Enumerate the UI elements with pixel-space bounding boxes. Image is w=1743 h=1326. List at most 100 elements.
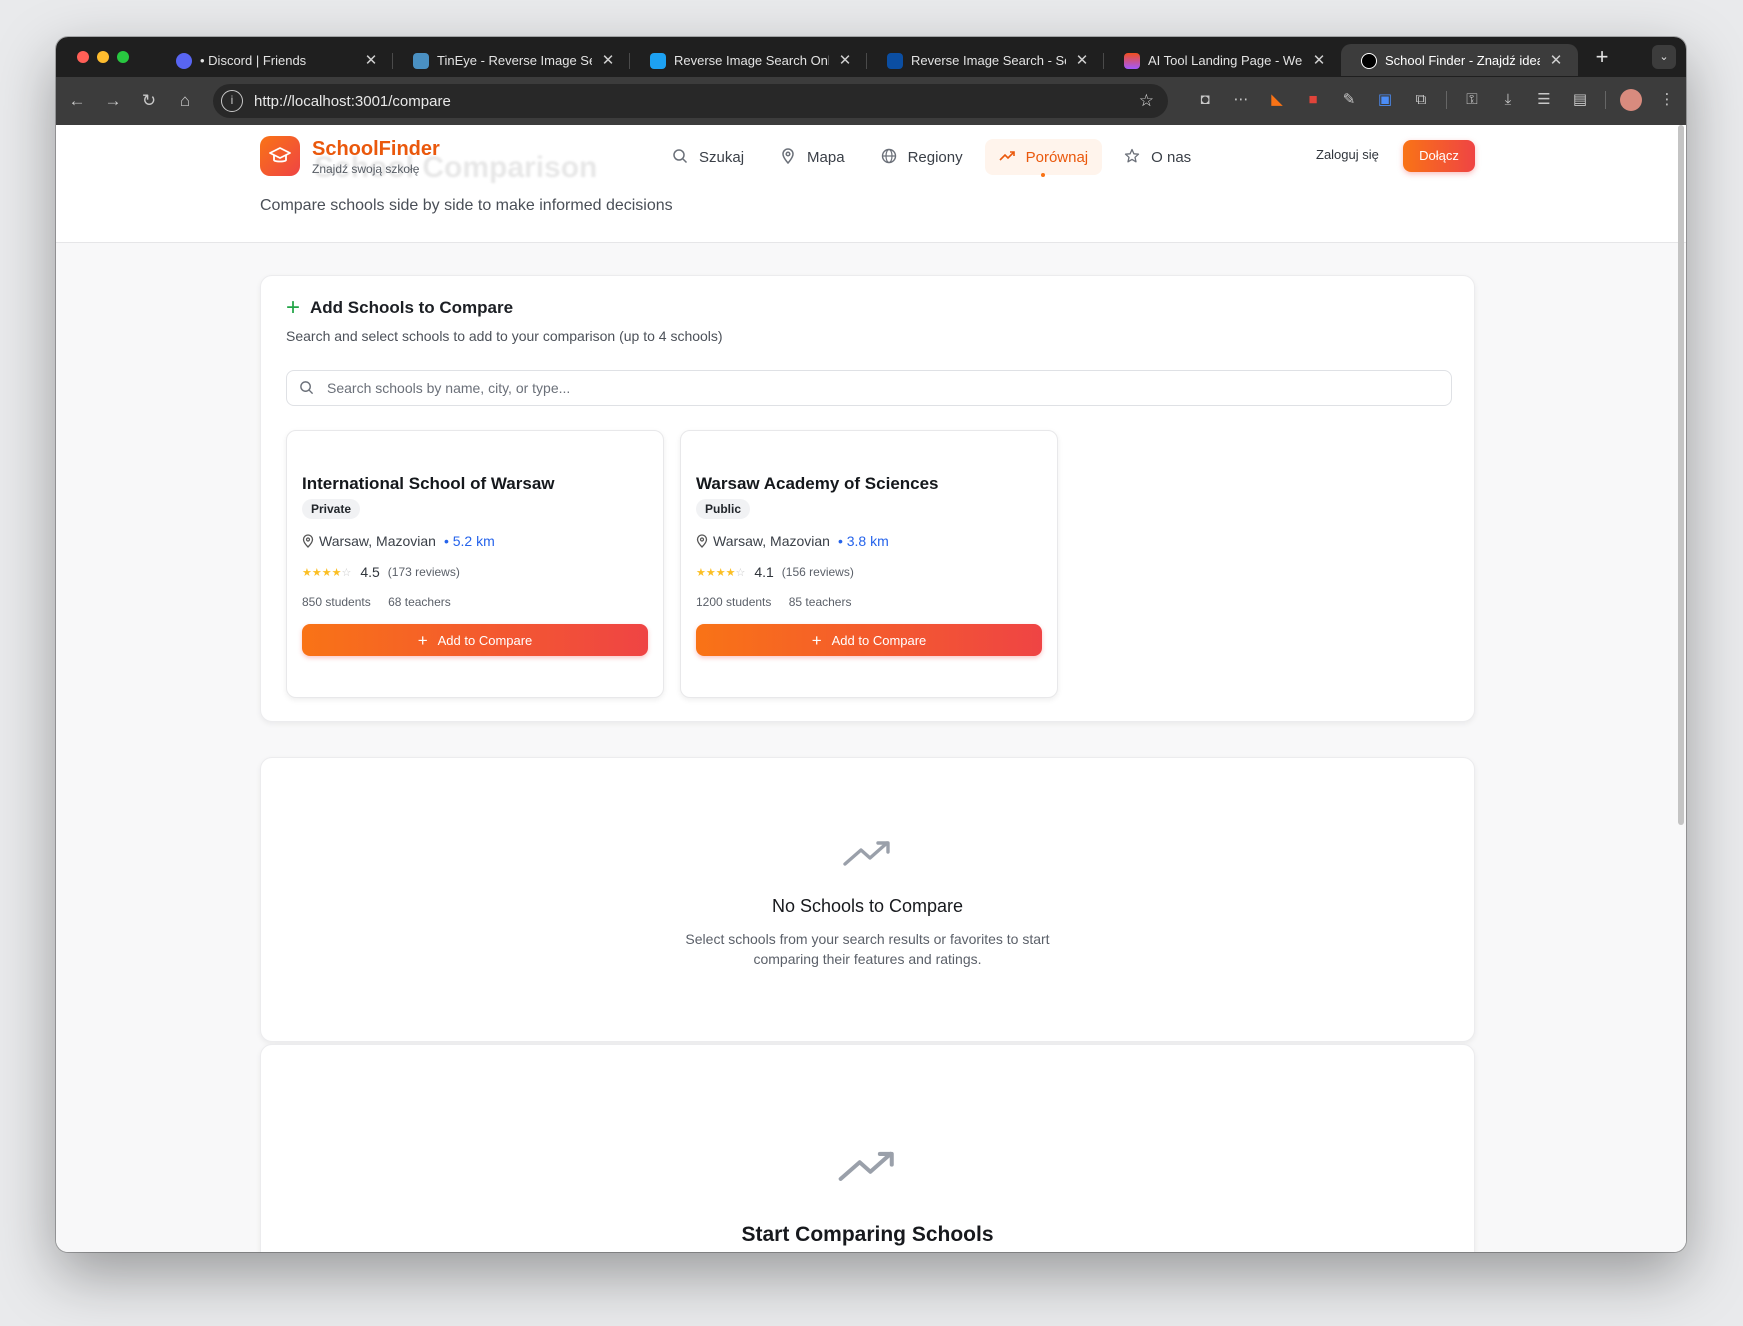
browser-tab[interactable]: • Discord | Friends ✕ — [156, 44, 393, 76]
extensions-puzzle-icon[interactable]: ⧉ — [1410, 89, 1432, 111]
browser-tab[interactable]: AI Tool Landing Page - Website ✕ — [1104, 44, 1341, 76]
nav-link-o-nas[interactable]: O nas — [1110, 139, 1205, 175]
reading-list-icon[interactable]: ☰ — [1533, 89, 1555, 111]
add-to-compare-button[interactable]: + Add to Compare — [302, 624, 648, 656]
bing-icon — [887, 53, 903, 69]
close-tab-icon[interactable]: ✕ — [835, 51, 855, 69]
start-comparing-card: Start Comparing Schools — [260, 1044, 1475, 1252]
search-icon — [299, 380, 315, 396]
distance-text: • 5.2 km — [443, 533, 495, 549]
school-name[interactable]: International School of Warsaw — [302, 474, 555, 494]
browser-tab[interactable]: Reverse Image Search - Search ✕ — [867, 44, 1104, 76]
extension-red-icon[interactable]: ■ — [1302, 89, 1324, 111]
tab-search-button[interactable]: ⌄ — [1652, 45, 1676, 69]
close-tab-icon[interactable]: ✕ — [361, 51, 381, 69]
site-info-icon[interactable]: i — [221, 90, 243, 112]
save-disk-icon[interactable]: ▣ — [1374, 89, 1396, 111]
nav-link-label: Regiony — [907, 148, 963, 166]
review-count: (156 reviews) — [781, 565, 854, 579]
back-button[interactable]: ← — [59, 91, 95, 111]
start-state-title: Start Comparing Schools — [741, 1223, 994, 1246]
join-button[interactable]: Dołącz — [1403, 140, 1475, 172]
main-nav: Szukaj Mapa Regiony Porównaj O nas — [658, 139, 1213, 177]
site-navbar: SchoolFinder Znajdź swoją szkołę Szukaj … — [56, 125, 1686, 191]
close-tab-icon[interactable]: ✕ — [598, 51, 618, 69]
globe-icon — [881, 148, 899, 166]
student-count: 850 students — [302, 595, 371, 609]
browser-tab-active[interactable]: School Finder - Znajdź idealną ✕ — [1341, 44, 1578, 76]
login-link[interactable]: Zaloguj się — [1316, 147, 1379, 162]
profile-avatar[interactable] — [1620, 89, 1642, 111]
address-bar[interactable]: i http://localhost:3001/compare ☆ — [213, 84, 1168, 118]
nav-link-regiony[interactable]: Regiony — [867, 139, 977, 175]
trending-up-icon — [999, 148, 1017, 166]
rating-stars-icon: ★★★★☆ — [696, 566, 746, 579]
nav-link-porownaj[interactable]: Porównaj — [984, 139, 1103, 177]
school-type-badge: Private — [302, 499, 361, 519]
tab-label: Reverse Image Search Online — [674, 52, 829, 68]
review-count: (173 reviews) — [387, 565, 460, 579]
close-tab-icon[interactable]: ✕ — [1546, 51, 1566, 69]
add-to-compare-button[interactable]: + Add to Compare — [696, 624, 1042, 656]
page-header: School Comparison Compare schools side b… — [56, 125, 1686, 243]
extension-flag-icon[interactable]: ◣ — [1266, 89, 1288, 111]
school-location: Warsaw, Mazovian • 3.8 km — [696, 533, 889, 549]
new-tab-button[interactable]: + — [1582, 44, 1622, 70]
reload-button[interactable]: ↻ — [131, 91, 167, 111]
logo-tagline: Znajdź swoją szkołę — [312, 162, 420, 176]
search-icon — [672, 148, 690, 166]
tab-label: School Finder - Znajdź idealną — [1385, 52, 1540, 68]
star-icon — [1124, 148, 1142, 166]
window-controls — [56, 51, 156, 63]
forward-button[interactable]: → — [95, 91, 131, 111]
shield-icon — [650, 53, 666, 69]
camera-icon[interactable]: ◘ — [1194, 89, 1216, 111]
tineye-icon — [413, 53, 429, 69]
browser-tabs: • Discord | Friends ✕ TinEye - Reverse I… — [156, 37, 1622, 77]
side-panel-icon[interactable]: ▤ — [1569, 89, 1591, 111]
add-schools-description: Search and select schools to add to your… — [286, 328, 723, 344]
school-location: Warsaw, Mazovian • 5.2 km — [302, 533, 495, 549]
school-name[interactable]: Warsaw Academy of Sciences — [696, 474, 939, 494]
logo-name[interactable]: SchoolFinder — [312, 138, 440, 161]
page-scrollbar[interactable] — [1678, 125, 1684, 825]
browser-tab[interactable]: TinEye - Reverse Image Search ✕ — [393, 44, 630, 76]
browser-toolbar: ← → ↻ ⌂ i http://localhost:3001/compare … — [56, 77, 1686, 125]
nav-link-label: O nas — [1151, 148, 1192, 166]
nav-link-label: Mapa — [807, 148, 845, 166]
graduation-cap-icon[interactable] — [260, 136, 300, 176]
add-schools-card: + Add Schools to Compare Search and sele… — [260, 275, 1475, 722]
home-button[interactable]: ⌂ — [167, 91, 203, 111]
bookmark-star-icon[interactable]: ☆ — [1139, 91, 1154, 111]
empty-state-title: No Schools to Compare — [771, 896, 964, 916]
maximize-window-button[interactable] — [117, 51, 129, 63]
teacher-count: 68 teachers — [388, 595, 451, 609]
browser-menu-icon[interactable]: ⋮ — [1656, 89, 1678, 111]
school-search-box[interactable] — [286, 370, 1452, 406]
tab-label: AI Tool Landing Page - Website — [1148, 52, 1303, 68]
browser-tab[interactable]: Reverse Image Search Online ✕ — [630, 44, 867, 76]
key-icon[interactable]: ⚿ — [1461, 89, 1483, 111]
nav-link-mapa[interactable]: Mapa — [766, 139, 859, 175]
password-dots-icon[interactable]: ⋯ — [1230, 89, 1252, 111]
plus-icon: + — [417, 630, 428, 650]
plus-icon: + — [811, 630, 822, 650]
close-tab-icon[interactable]: ✕ — [1072, 51, 1092, 69]
school-search-input[interactable] — [327, 380, 1427, 396]
school-rating: ★★★★☆ 4.1 (156 reviews) — [696, 564, 854, 580]
school-card: Warsaw Academy of Sciences Public Warsaw… — [680, 430, 1058, 698]
extension-sketch-icon[interactable]: ✎ — [1338, 89, 1360, 111]
download-icon[interactable]: ⤓ — [1497, 89, 1519, 111]
close-window-button[interactable] — [77, 51, 89, 63]
nav-link-szukaj[interactable]: Szukaj — [658, 139, 758, 175]
button-label: Add to Compare — [831, 632, 927, 648]
url-text[interactable]: http://localhost:3001/compare — [254, 93, 1139, 110]
map-pin-icon — [696, 534, 709, 548]
rating-stars-icon: ★★★★☆ — [302, 566, 352, 579]
minimize-window-button[interactable] — [97, 51, 109, 63]
extensions-area: ◘ ⋯ ◣ ■ ✎ ▣ ⧉ ⚿ ⤓ ☰ ▤ ⋮ — [1194, 89, 1678, 111]
distance-text: • 3.8 km — [837, 533, 889, 549]
close-tab-icon[interactable]: ✕ — [1309, 51, 1329, 69]
school-card: International School of Warsaw Private W… — [286, 430, 664, 698]
rating-score: 4.1 — [754, 564, 774, 580]
